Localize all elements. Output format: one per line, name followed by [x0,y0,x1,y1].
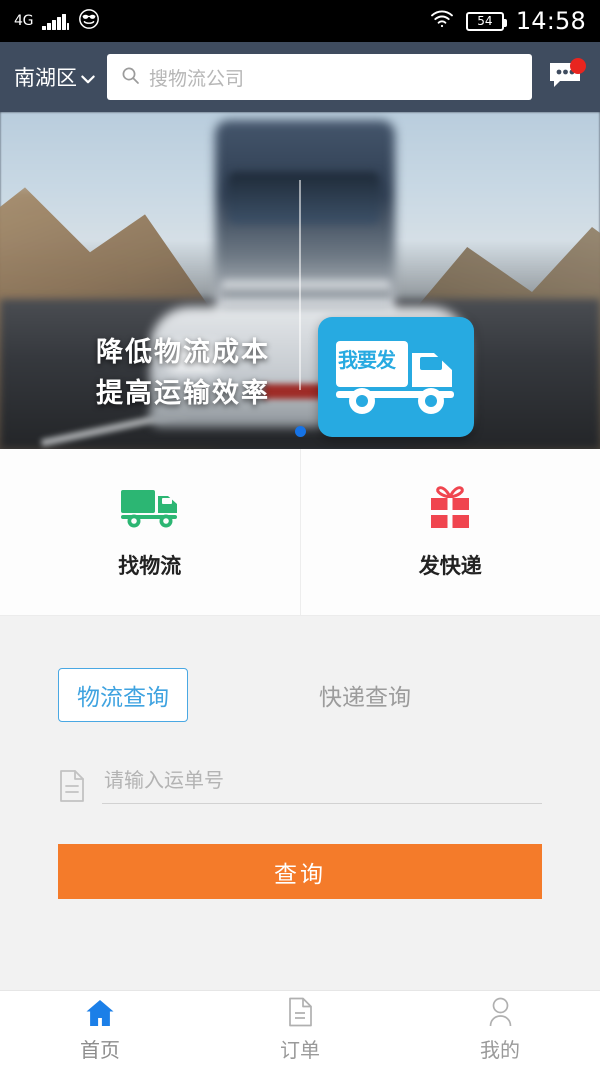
wifi-icon [430,10,454,32]
message-button[interactable] [544,58,586,95]
truck-icon [119,484,181,532]
city-label: 南湖区 [14,66,77,90]
find-logistics-action[interactable]: 找物流 [0,449,300,615]
battery-level-label: 54 [477,14,493,28]
search-placeholder: 搜物流公司 [149,67,245,90]
waybill-input[interactable] [102,768,542,804]
status-bar-right: 54 14:58 [430,7,586,35]
nav-orders-label: 订单 [280,1038,320,1062]
search-box[interactable]: 搜物流公司 [107,54,532,100]
app-header: 南湖区 搜物流公司 [0,42,600,112]
send-express-action[interactable]: 发快递 [299,449,600,615]
chevron-down-icon [81,65,95,89]
gift-box-icon [419,484,481,532]
search-icon [121,66,140,89]
status-bar-left: 4G [14,8,100,34]
promo-label: 我要发 [338,348,396,372]
tracking-tabs: 物流查询 快递查询 [58,668,542,722]
banner-dot-active[interactable] [294,426,306,437]
banner-slogan-line2: 提高运输效率 [96,378,270,410]
home-icon [85,995,115,1027]
clock-label: 14:58 [515,7,586,35]
submit-query-button[interactable]: 查询 [58,844,542,899]
tracking-panel: 物流查询 快递查询 查询 [0,616,600,899]
person-icon [487,995,514,1027]
send-express-label: 发快递 [418,554,482,578]
send-shipment-promo-button[interactable]: 我要发 [318,317,474,437]
banner-slogan: 降低物流成本 提高运输效率 [96,332,270,414]
waybill-row [58,768,542,816]
order-document-icon [288,995,313,1027]
nav-profile[interactable]: 我的 [400,995,600,1063]
tab-express-query[interactable]: 快递查询 [300,668,430,722]
tab-logistics-query[interactable]: 物流查询 [58,668,188,722]
banner-truck-windshield [228,172,380,224]
promo-banner[interactable]: 降低物流成本 提高运输效率 我要发 [0,112,600,449]
nav-orders[interactable]: 订单 [200,995,400,1063]
message-badge [570,58,586,74]
network-type-label: 4G [14,13,34,29]
bottom-nav-bar: 首页 订单 我的 [0,990,600,1067]
battery-icon: 54 [465,11,507,31]
city-selector[interactable]: 南湖区 [14,62,95,92]
banner-dot-indicators[interactable] [0,426,600,437]
nav-home-label: 首页 [80,1038,120,1062]
nav-profile-label: 我的 [480,1038,520,1062]
app-screen: 4G 54 14:58 南湖区 搜物流公司 降低物流成本 提高运输效率 我要发 … [0,0,600,1067]
document-icon [58,769,86,803]
signal-bars-icon [42,13,70,30]
banner-slogan-line1: 降低物流成本 [96,337,270,368]
banner-vertical-divider [299,180,301,390]
status-bar: 4G 54 14:58 [0,0,600,42]
find-logistics-label: 找物流 [118,554,182,578]
nav-home[interactable]: 首页 [0,995,200,1063]
sunglasses-smiley-icon [78,8,100,34]
quick-actions: 找物流 发快递 [0,449,600,616]
